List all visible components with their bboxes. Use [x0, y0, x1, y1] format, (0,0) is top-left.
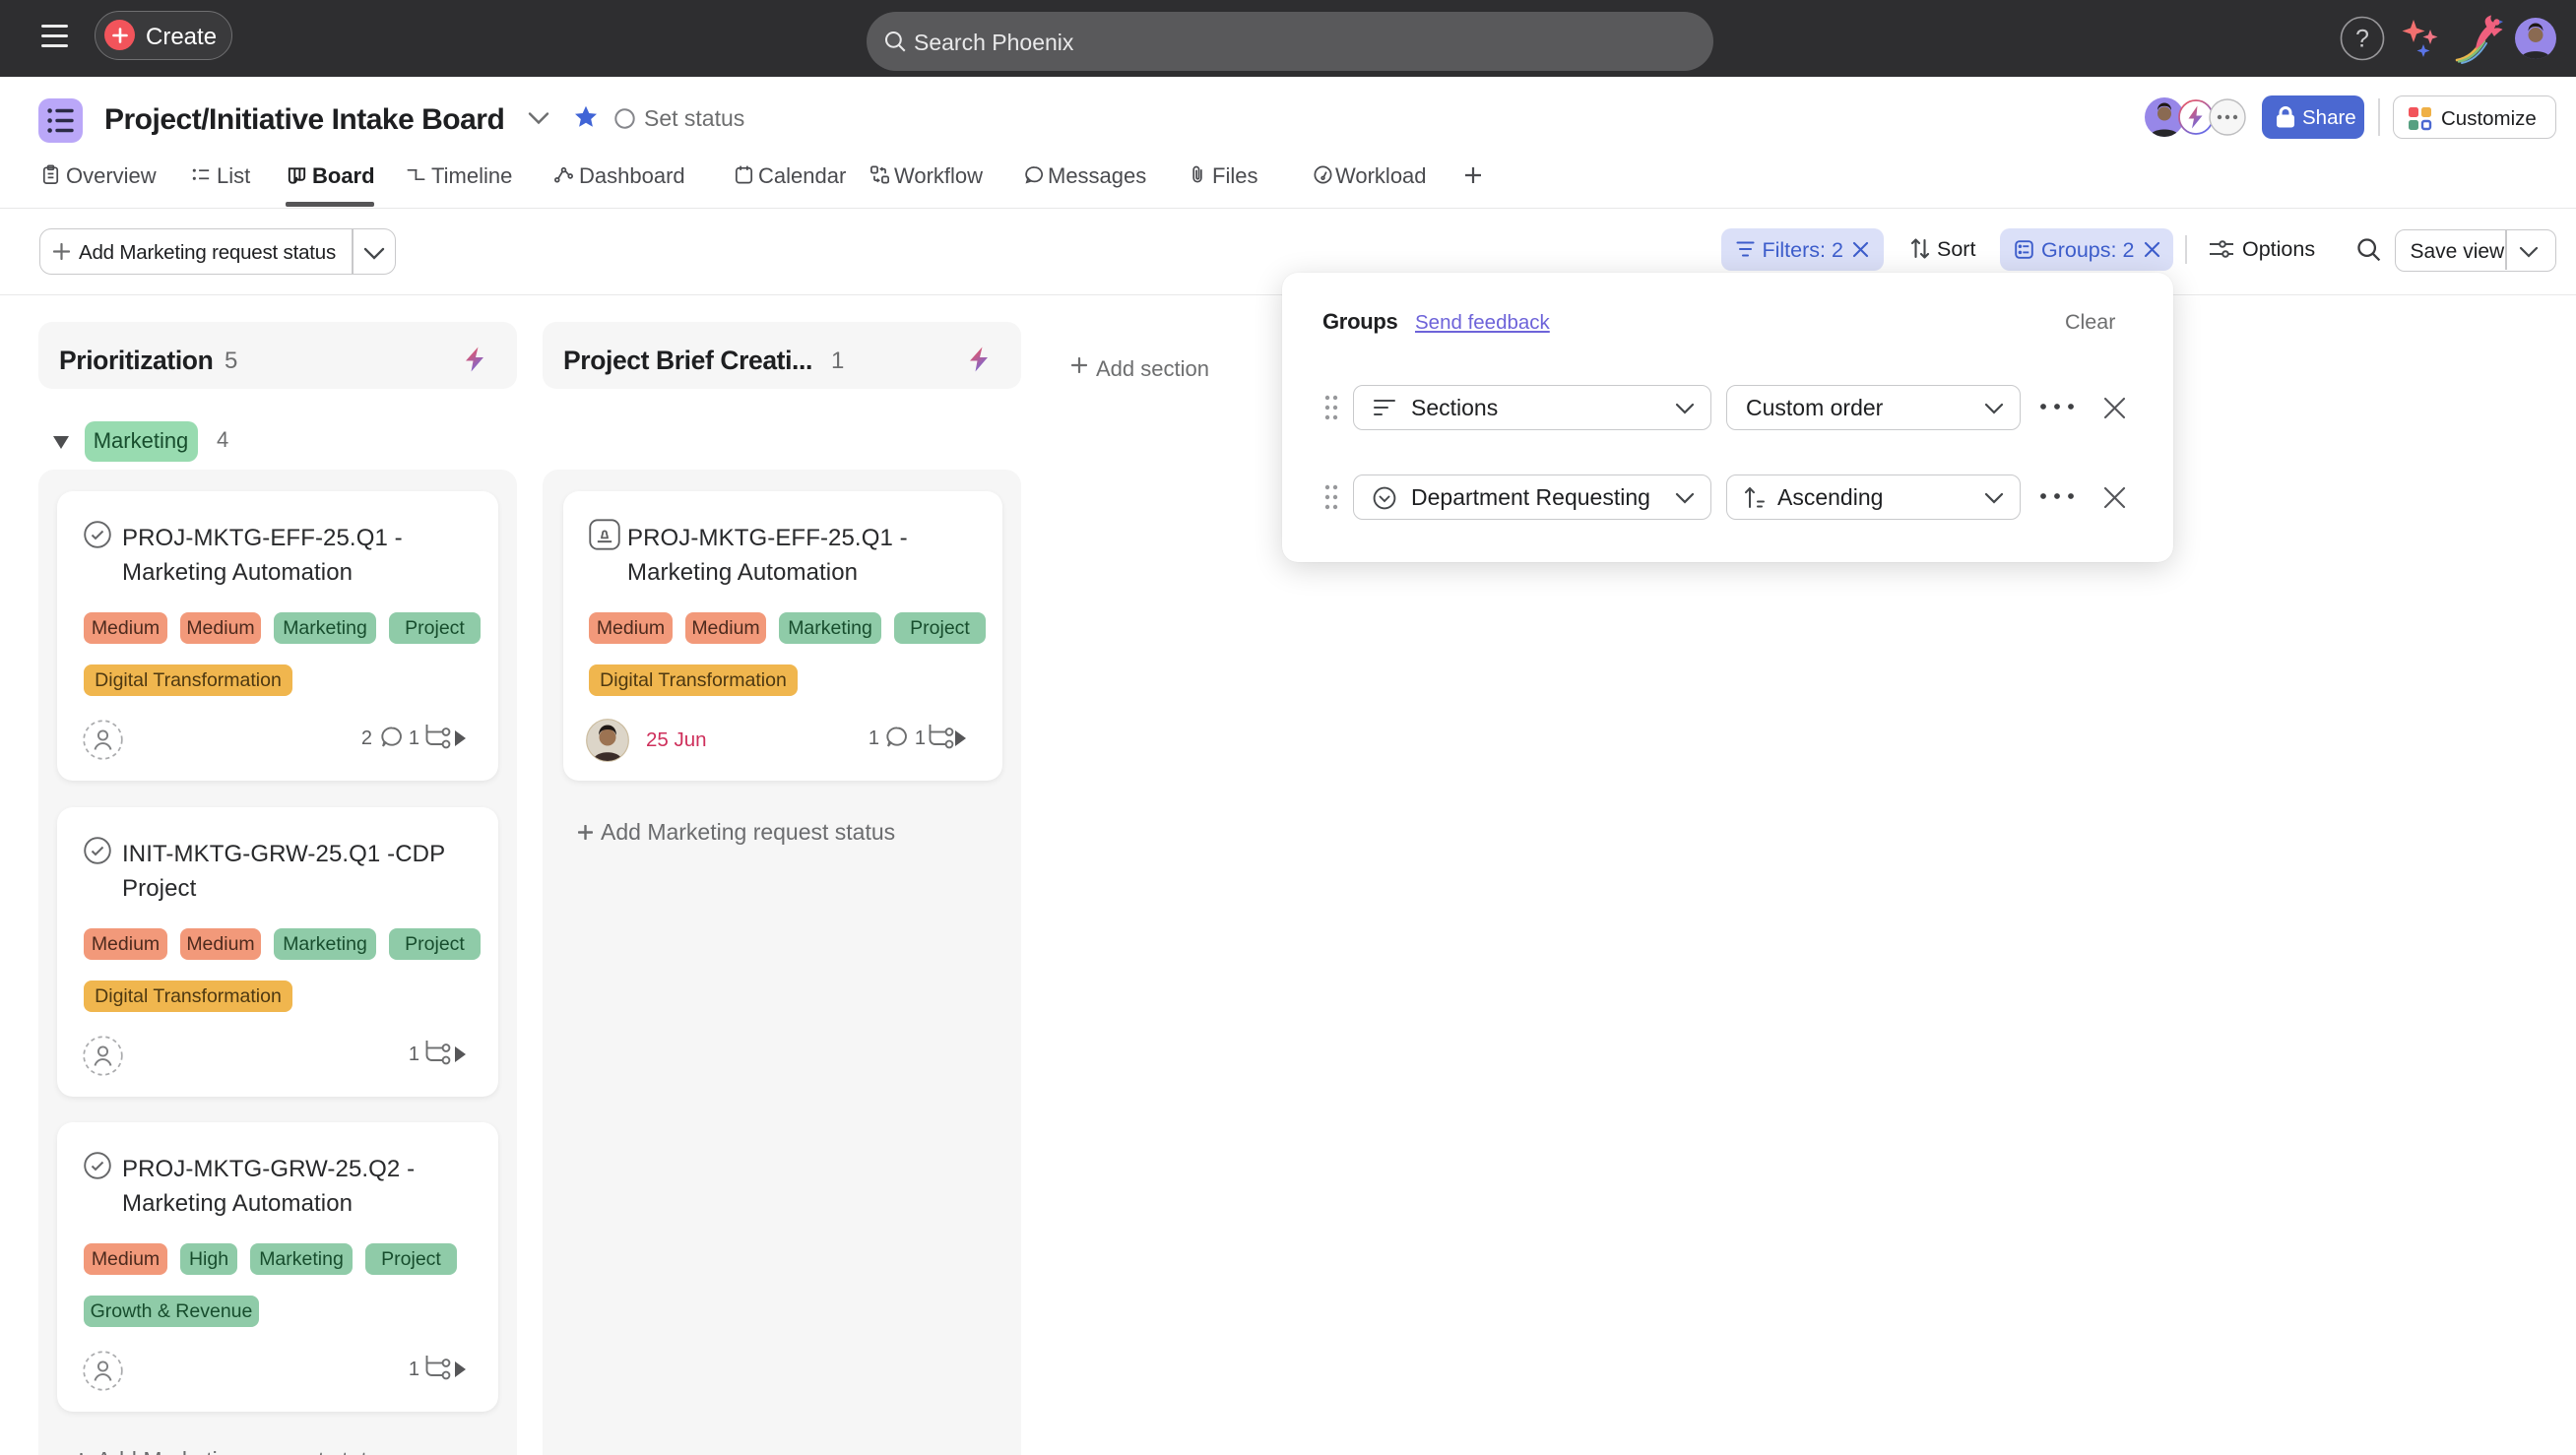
svg-text:?: ?	[2355, 26, 2369, 53]
